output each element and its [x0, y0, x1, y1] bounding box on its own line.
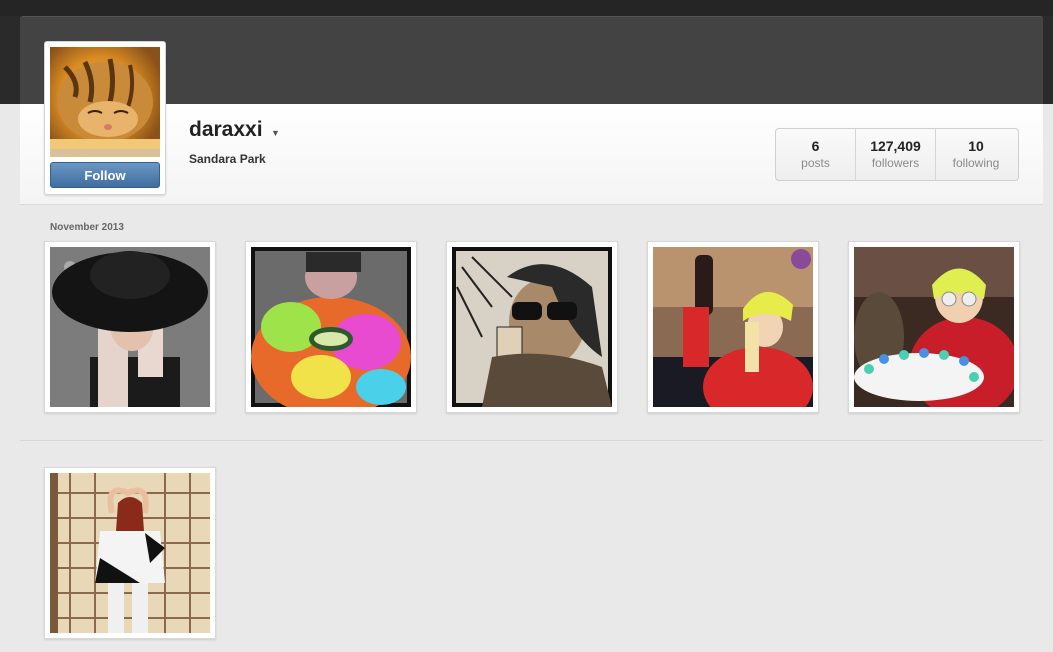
stat-value: 6 [811, 138, 820, 154]
stat-posts[interactable]: 6 posts [776, 129, 856, 180]
photo-image [452, 247, 612, 407]
stat-value: 127,409 [870, 138, 921, 154]
photo-image [50, 473, 210, 633]
photo-image [50, 247, 210, 407]
row-divider [20, 440, 1043, 441]
stat-label: posts [801, 156, 830, 170]
follow-button[interactable]: Follow [50, 162, 160, 188]
profile-page: daraxxi ▼ Sandara Park 6 posts 127,409 f… [20, 41, 1043, 652]
top-bar [0, 0, 1053, 16]
stat-value: 10 [968, 138, 984, 154]
stat-followers[interactable]: 127,409 followers [856, 129, 936, 180]
username: daraxxi [189, 118, 263, 141]
photo-thumbnail[interactable] [647, 241, 819, 413]
stats-box: 6 posts 127,409 followers 10 following [775, 128, 1019, 181]
photo-thumbnail[interactable] [848, 241, 1020, 413]
avatar-card: Follow [44, 41, 166, 195]
stat-label: followers [871, 156, 920, 170]
photo-thumbnail[interactable] [44, 241, 216, 413]
month-label: November 2013 [50, 222, 124, 233]
caret-down-icon[interactable]: ▼ [271, 128, 280, 138]
profile-cover [20, 16, 1043, 105]
stat-label: following [952, 156, 1000, 170]
photo-thumbnail[interactable] [44, 467, 216, 639]
profile-header: daraxxi ▼ Sandara Park 6 posts 127,409 f… [20, 41, 1043, 205]
photo-image [854, 247, 1014, 407]
stat-following[interactable]: 10 following [936, 129, 1016, 180]
full-name: Sandara Park [189, 152, 266, 166]
photo-image [251, 247, 411, 407]
avatar [50, 47, 160, 157]
photo-image [653, 247, 813, 407]
photo-thumbnail[interactable] [446, 241, 618, 413]
photo-thumbnail[interactable] [245, 241, 417, 413]
